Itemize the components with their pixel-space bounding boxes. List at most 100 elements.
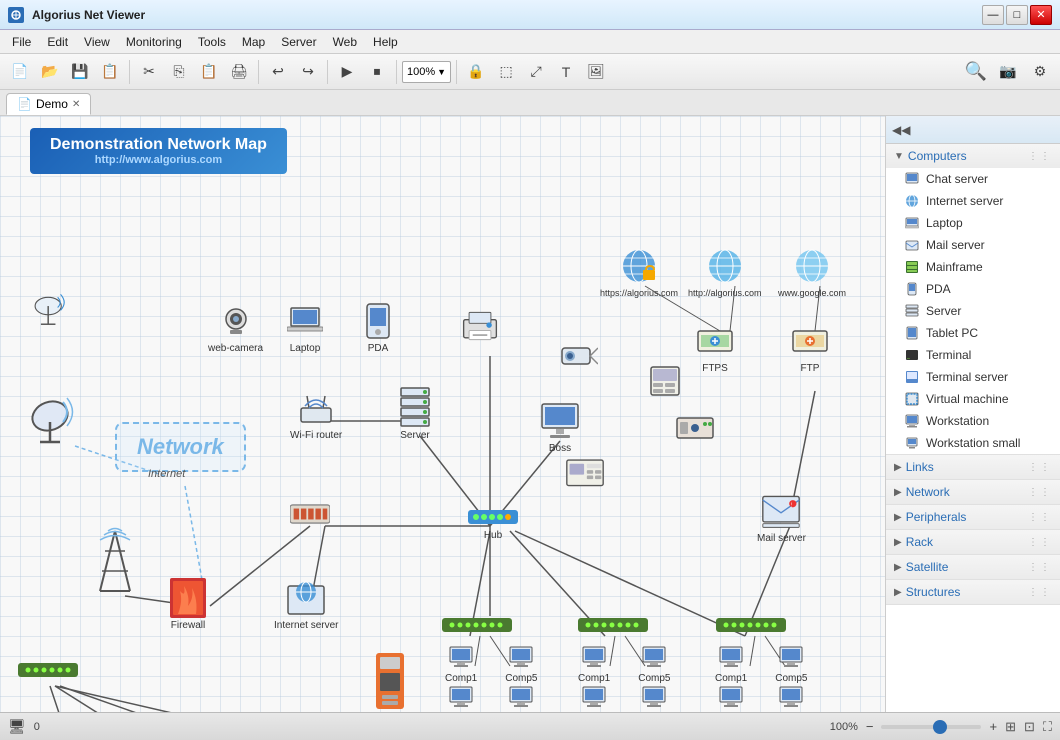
sidebar-item-terminal[interactable]: _ Terminal (886, 344, 1060, 366)
dish-node[interactable] (28, 394, 80, 446)
comp1-node[interactable]: Comp1 (445, 646, 477, 684)
redo-button[interactable]: ↪ (294, 58, 322, 86)
save-as-button[interactable]: 📋 (96, 58, 124, 86)
switch-2-node[interactable] (578, 616, 648, 634)
resize-button[interactable]: ⤢ (522, 58, 550, 86)
sidebar-structures-header[interactable]: ▶ Structures ⋮⋮ (886, 580, 1060, 604)
ftps-node[interactable]: FTPS (695, 321, 735, 374)
sidebar-rack-header[interactable]: ▶ Rack ⋮⋮ (886, 530, 1060, 554)
globe-2-node[interactable]: http://algorius.com (688, 246, 762, 298)
sidebar-item-server[interactable]: Server (886, 300, 1060, 322)
server-node[interactable]: Server (395, 388, 435, 441)
menu-item-file[interactable]: File (4, 33, 39, 51)
router-node[interactable] (290, 494, 330, 534)
globe-1-node[interactable]: https://algorius.com (600, 246, 678, 298)
maximize-button[interactable]: □ (1006, 5, 1028, 25)
projector-node[interactable] (558, 336, 598, 376)
sidebar-item-terminal-server[interactable]: Terminal server (886, 366, 1060, 388)
paste-button[interactable]: 📋 (195, 58, 223, 86)
sidebar-item-internet-server[interactable]: Internet server (886, 190, 1060, 212)
sidebar-collapse-icon[interactable]: ◀◀ (892, 123, 910, 137)
camera-button[interactable]: 📷 (994, 58, 1022, 86)
open-button[interactable]: 📂 (36, 58, 64, 86)
sidebar-item-laptop[interactable]: Laptop (886, 212, 1060, 234)
comp2-node[interactable]: Comp2 (445, 686, 477, 712)
fullscreen-icon[interactable]: ⛶ (1043, 719, 1052, 735)
menu-item-edit[interactable]: Edit (39, 33, 76, 51)
satellite-node[interactable] (30, 291, 70, 331)
sidebar-item-virtual-machine[interactable]: Virtual machine (886, 388, 1060, 410)
menu-item-tools[interactable]: Tools (190, 33, 234, 51)
image-button[interactable]: 🖼 (582, 58, 610, 86)
sidebar-item-chat-server[interactable]: Chat server (886, 168, 1060, 190)
tab-close-button[interactable]: ✕ (72, 99, 80, 110)
zoom-control[interactable]: 100% ▼ (402, 61, 451, 83)
comp6-node[interactable]: Comp6 (505, 686, 537, 712)
menu-item-view[interactable]: View (76, 33, 118, 51)
tab-icon: 📄 (17, 97, 32, 111)
zoom-minus-icon[interactable]: − (866, 719, 874, 734)
cut-button[interactable]: ✂ (135, 58, 163, 86)
sidebar-item-mail-server[interactable]: Mail server (886, 234, 1060, 256)
zoom-slider[interactable] (881, 725, 981, 729)
sidebar-item-workstation-small[interactable]: Workstation small (886, 432, 1060, 454)
device-node[interactable] (675, 408, 715, 448)
globe-3-node[interactable]: www.google.com (778, 246, 846, 298)
search-button[interactable]: 🔍 (962, 58, 990, 86)
switch-1-node[interactable] (442, 616, 512, 634)
boss-node[interactable]: Boss (540, 401, 580, 454)
minimize-button[interactable]: — (982, 5, 1004, 25)
menu-item-server[interactable]: Server (273, 33, 324, 51)
internet-server-node[interactable]: Internet server (274, 578, 338, 631)
firewall-node[interactable]: Firewall (168, 578, 208, 631)
comp5-node[interactable]: Comp5 (505, 646, 537, 684)
wifi-router-node[interactable]: Wi-Fi router (290, 388, 342, 441)
mainframe-item-label: Mainframe (926, 260, 983, 274)
laptop-node[interactable]: Laptop (285, 301, 325, 354)
actual-size-icon[interactable]: ⊡ (1024, 719, 1035, 735)
start-monitoring-button[interactable]: ▶ (333, 58, 361, 86)
zoom-plus-icon[interactable]: + (989, 719, 997, 734)
comp-group-2: Comp1 Comp2 Comp3 Comp4 Comp5 Comp6 Comp… (578, 646, 671, 712)
menu-item-map[interactable]: Map (234, 33, 273, 51)
settings-button[interactable]: ⚙ (1026, 58, 1054, 86)
printer-node[interactable] (460, 306, 500, 346)
menu-item-help[interactable]: Help (365, 33, 406, 51)
stop-monitoring-button[interactable]: ⏹ (363, 58, 391, 86)
hub-node[interactable]: Hub (468, 506, 518, 541)
sidebar-satellite-header[interactable]: ▶ Satellite ⋮⋮ (886, 555, 1060, 579)
tab-demo[interactable]: 📄 Demo ✕ (6, 93, 91, 115)
webcam-node[interactable]: web-camera (208, 301, 263, 354)
switch-3-node[interactable] (716, 616, 786, 634)
sidebar-network-header[interactable]: ▶ Network ⋮⋮ (886, 480, 1060, 504)
undo-button[interactable]: ↩ (264, 58, 292, 86)
fax-node[interactable] (565, 451, 605, 491)
password-button[interactable]: 🔒 (462, 58, 490, 86)
fit-page-icon[interactable]: ⊞ (1005, 719, 1016, 735)
copy-button[interactable]: ⎘ (165, 58, 193, 86)
sidebar-computers-header[interactable]: ▼ Computers ⋮⋮ (886, 144, 1060, 168)
sidebar-item-pda[interactable]: PDA (886, 278, 1060, 300)
sidebar-item-mainframe[interactable]: Mainframe (886, 256, 1060, 278)
pda-node[interactable]: PDA (358, 301, 398, 354)
switch-small-node[interactable] (18, 661, 78, 679)
phone-node[interactable] (645, 361, 685, 401)
select-button[interactable]: ⬚ (492, 58, 520, 86)
sidebar-item-tablet[interactable]: Tablet PC (886, 322, 1060, 344)
sidebar-item-workstation[interactable]: Workstation (886, 410, 1060, 432)
print-button[interactable]: 🖨 (225, 58, 253, 86)
sidebar-peripherals-header[interactable]: ▶ Peripherals ⋮⋮ (886, 505, 1060, 529)
ftp-node[interactable]: FTP (790, 321, 830, 374)
sidebar-links-header[interactable]: ▶ Links ⋮⋮ (886, 455, 1060, 479)
zoom-dropdown-icon[interactable]: ▼ (437, 67, 446, 77)
mail-server-node[interactable]: ! Mail server (757, 491, 806, 544)
close-button[interactable]: ✕ (1030, 5, 1052, 25)
text-button[interactable]: T (552, 58, 580, 86)
save-button[interactable]: 💾 (66, 58, 94, 86)
terminal-cash-node[interactable]: Terminal Cash in (353, 651, 427, 712)
new-button[interactable]: 📄 (6, 58, 34, 86)
canvas-area[interactable]: Demonstration Network Map http://www.alg… (0, 116, 885, 712)
menu-item-web[interactable]: Web (325, 33, 365, 51)
tower-node[interactable] (90, 526, 140, 596)
menu-item-monitoring[interactable]: Monitoring (118, 33, 190, 51)
